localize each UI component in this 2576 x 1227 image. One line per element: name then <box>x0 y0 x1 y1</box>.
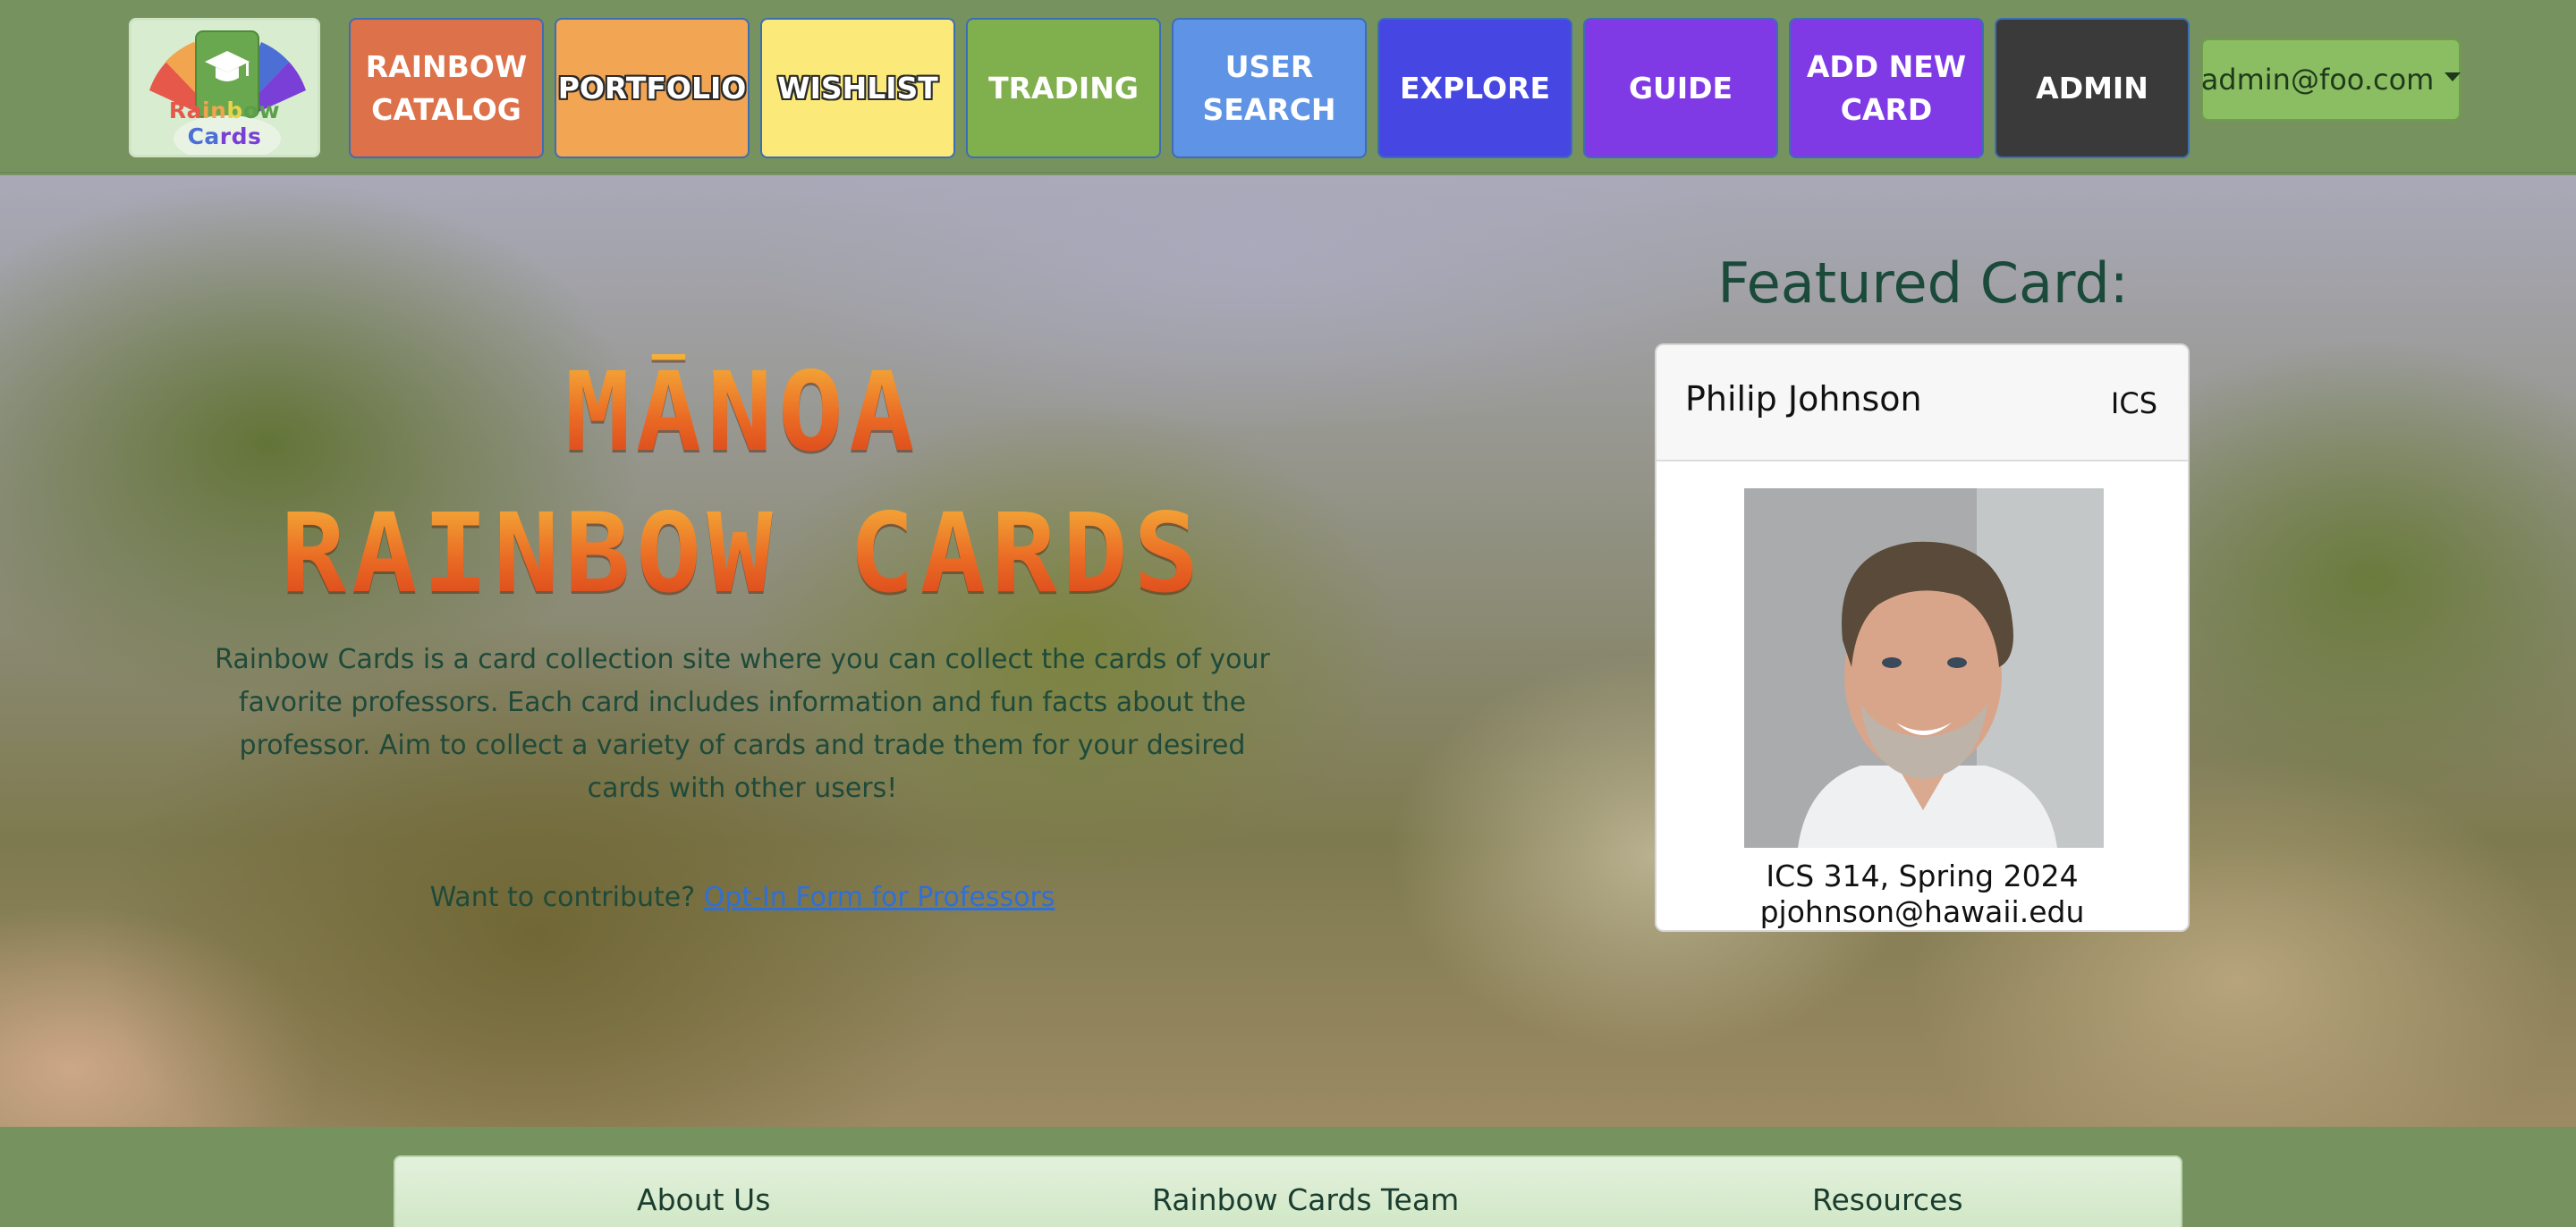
nav-trading-button[interactable]: TRADING <box>966 18 1161 158</box>
nav-portfolio-button[interactable]: PORTFOLIO <box>555 18 750 158</box>
nav-guide-button[interactable]: GUIDE <box>1583 18 1778 158</box>
footer-team-link[interactable]: Rainbow Cards Team <box>1152 1182 1459 1217</box>
caret-down-icon <box>2445 72 2462 81</box>
professor-photo <box>1744 488 2104 848</box>
professor-name: Philip Johnson <box>1685 379 1922 419</box>
nav-explore-button[interactable]: EXPLORE <box>1377 18 1572 158</box>
featured-card-heading: Featured Card: <box>1717 250 2129 316</box>
featured-professor-card[interactable]: Philip Johnson ICS ICS 314, Spring 2024 … <box>1655 343 2190 932</box>
user-email-label: admin@foo.com <box>2200 63 2435 97</box>
contribute-prefix: Want to contribute? <box>429 882 704 913</box>
navbar: Rainbow Cards RAINBOW CATALOG PORTFOLIO … <box>0 0 2576 173</box>
logo-text: Rainbow Cards <box>168 97 281 149</box>
contribute-line: Want to contribute? Opt-In Form for Prof… <box>206 882 1279 913</box>
opt-in-form-link[interactable]: Opt-In Form for Professors <box>704 882 1055 913</box>
user-account-dropdown[interactable]: admin@foo.com <box>2200 38 2462 121</box>
footer-about-us-link[interactable]: About Us <box>637 1182 770 1217</box>
hero-title-line1: MĀNOA <box>170 354 1315 470</box>
professor-email: pjohnson@hawaii.edu <box>1759 894 2085 929</box>
professor-department: ICS <box>2110 386 2157 420</box>
professor-course: ICS 314, Spring 2024 <box>1766 859 2079 893</box>
rainbow-cards-logo[interactable]: Rainbow Cards <box>129 18 320 157</box>
nav-wishlist-button[interactable]: WISHLIST <box>760 18 955 158</box>
nav-rainbow-catalog-button[interactable]: RAINBOW CATALOG <box>349 18 544 158</box>
footer: About Us Rainbow Cards Team Resources <box>394 1155 2182 1227</box>
nav-admin-button[interactable]: ADMIN <box>1995 18 2190 158</box>
site-description: Rainbow Cards is a card collection site … <box>215 644 1270 804</box>
footer-resources-link[interactable]: Resources <box>1812 1182 1963 1217</box>
card-header: Philip Johnson ICS <box>1657 345 2188 461</box>
nav-user-search-button[interactable]: USER SEARCH <box>1172 18 1367 158</box>
hero-section: MĀNOA RAINBOW CARDS Rainbow Cards is a c… <box>0 175 2576 1127</box>
hero-title-line2: RAINBOW CARDS <box>170 495 1315 612</box>
nav-add-new-card-button[interactable]: ADD NEW CARD <box>1789 18 1984 158</box>
